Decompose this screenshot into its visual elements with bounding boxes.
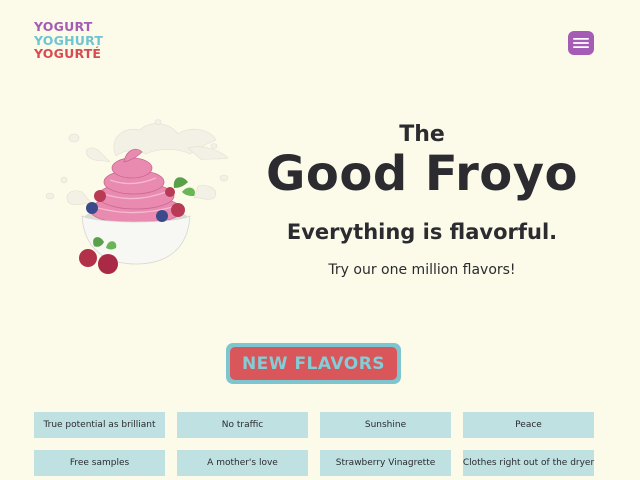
flavor-chip[interactable]: No traffic xyxy=(177,412,308,438)
site-logo[interactable]: YOGURT YOGHURT YOGURTÉ xyxy=(34,20,103,61)
flavor-chip[interactable]: True potential as brilliant xyxy=(34,412,165,438)
new-flavors-button-frame: NEW FLAVORS xyxy=(226,343,401,384)
flavor-chip[interactable]: A mother's love xyxy=(177,450,308,476)
hero-title-small: The xyxy=(399,122,445,147)
flavor-chip[interactable]: Sunshine xyxy=(320,412,451,438)
logo-line-yoghurt: YOGHURT xyxy=(34,32,104,48)
logo-line-yogurte: YOGURTÉ xyxy=(34,46,102,61)
flavor-grid: True potential as brilliant No traffic S… xyxy=(34,412,594,476)
flavor-chip[interactable]: Clothes right out of the dryer xyxy=(463,450,594,476)
hamburger-menu-icon xyxy=(573,38,589,48)
logo-line-yogurt: YOGURT xyxy=(34,19,93,34)
flavor-chip[interactable]: Strawberry Vinagrette xyxy=(320,450,451,476)
new-flavors-button[interactable]: NEW FLAVORS xyxy=(230,347,397,380)
hero-tagline: Try our one million flavors! xyxy=(328,262,516,278)
hero-title: Good Froyo xyxy=(265,146,579,202)
hero-subtitle: Everything is flavorful. xyxy=(286,220,558,244)
flavor-chip[interactable]: Peace xyxy=(463,412,594,438)
flavor-chip[interactable]: Free samples xyxy=(34,450,165,476)
menu-button[interactable] xyxy=(568,31,594,55)
froyo-hero-image xyxy=(38,118,234,278)
